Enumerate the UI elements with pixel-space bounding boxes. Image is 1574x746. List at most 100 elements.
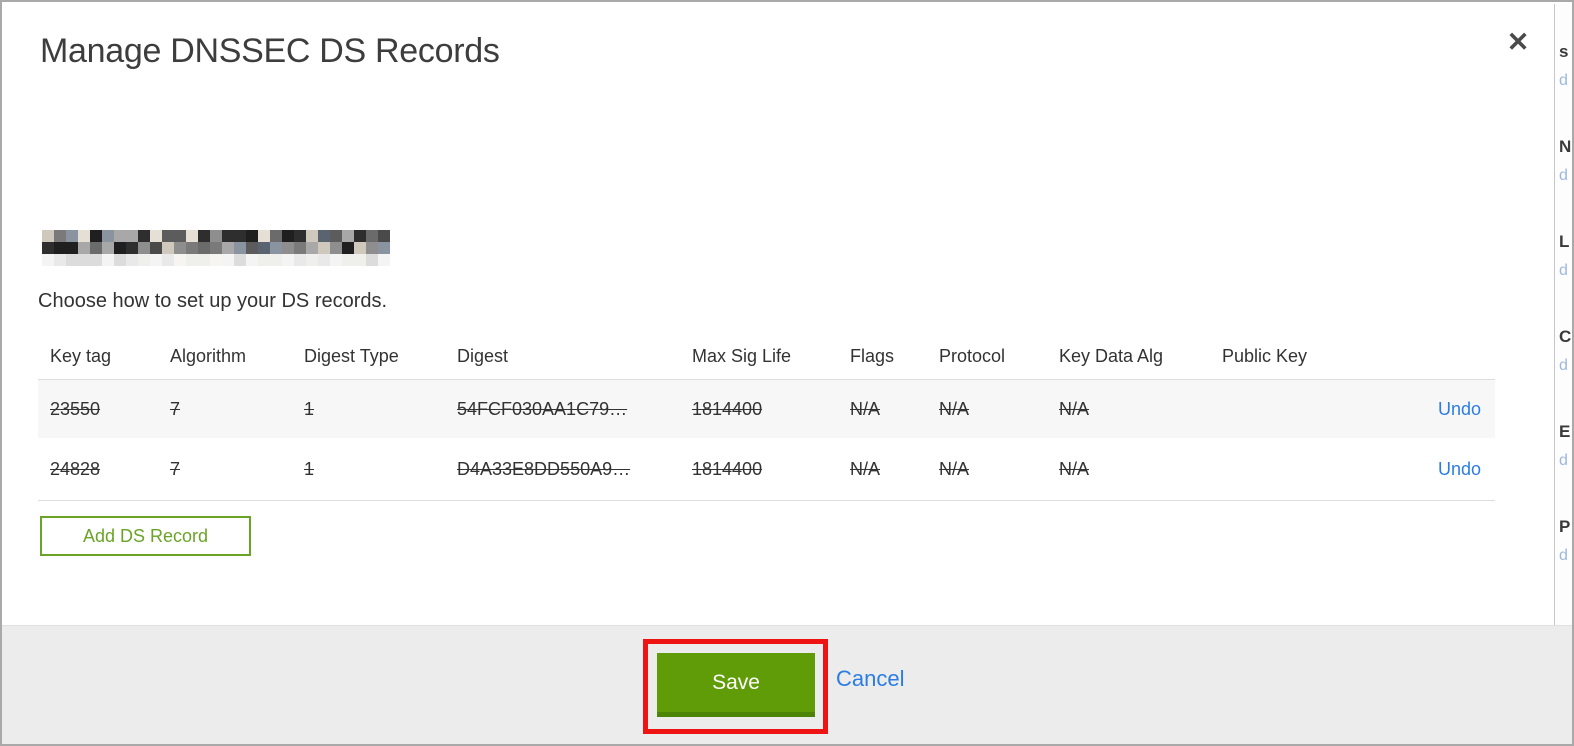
redaction-pixel [354, 242, 366, 254]
table-cell: N/A [939, 458, 970, 479]
redaction-pixel [282, 230, 294, 242]
redaction-pixel [222, 242, 234, 254]
redaction-pixel [354, 230, 366, 242]
background-link-fragment: d [1559, 452, 1568, 469]
column-header: Public Key [1222, 345, 1308, 366]
table-header-row: Key tag Algorithm Digest Type Digest Max Sig… [38, 333, 1495, 380]
redaction-pixel [330, 230, 342, 242]
background-link-fragment: d [1559, 262, 1568, 279]
redaction-pixel [234, 242, 246, 254]
column-header: Max Sig Life [692, 345, 792, 366]
undo-link[interactable]: Undo [1438, 399, 1481, 419]
redaction-pixel [378, 254, 390, 266]
table-cell: N/A [1059, 458, 1090, 479]
table-row: 23550 7 1 54FCF030AA1C79… 1814400 N/A N/A N/A Un… [38, 380, 1495, 438]
table-row: 24828 7 1 D4A33E8DD550A9… 1814400 N/A N/A N/A Un… [38, 438, 1495, 501]
redaction-pixel [342, 254, 354, 266]
column-header: Key tag [50, 345, 112, 366]
table-cell-action: Undo [1373, 399, 1495, 420]
redaction-pixel [138, 254, 150, 266]
background-link-fragment: d [1559, 357, 1568, 374]
column-header: Digest Type [304, 345, 399, 366]
redaction-pixel [150, 230, 162, 242]
redaction-pixel [366, 242, 378, 254]
column-header: Digest [457, 345, 509, 366]
column-header: Protocol [939, 345, 1006, 366]
redaction-pixel [78, 254, 90, 266]
table-cell-action: Undo [1373, 459, 1495, 480]
table-cell: N/A [850, 458, 881, 479]
background-text-fragment: L [1559, 232, 1570, 251]
redaction-pixel [198, 230, 210, 242]
redaction-pixel [138, 242, 150, 254]
redaction-pixel [186, 254, 198, 266]
column-header: Flags [850, 345, 895, 366]
footer-bar: Save Cancel [2, 625, 1572, 744]
redaction-pixel [282, 242, 294, 254]
background-link-fragment: d [1559, 167, 1568, 184]
background-text-fragment: E [1559, 422, 1571, 441]
column-header: Algorithm [170, 345, 247, 366]
redaction-pixel [114, 230, 126, 242]
background-link-fragment: d [1559, 72, 1568, 89]
cancel-link[interactable]: Cancel [836, 666, 904, 692]
redaction-pixel [54, 254, 66, 266]
redaction-pixel [270, 230, 282, 242]
table-cell: 1814400 [692, 458, 763, 479]
redaction-pixel [342, 242, 354, 254]
undo-link[interactable]: Undo [1438, 459, 1481, 479]
redaction-pixel [126, 254, 138, 266]
table-cell: 1 [304, 458, 315, 479]
redaction-pixel [366, 230, 378, 242]
redaction-pixel [222, 230, 234, 242]
redaction-pixel [366, 254, 378, 266]
redaction-pixel [246, 254, 258, 266]
background-text-fragment: s [1559, 42, 1569, 61]
save-button[interactable]: Save [657, 653, 815, 717]
background-text-fragment: P [1559, 517, 1571, 536]
background-page-sliver: sdNdLdCdEdPd [1554, 4, 1572, 625]
redaction-pixel [294, 242, 306, 254]
redaction-pixel [318, 254, 330, 266]
column-header: Key Data Alg [1059, 345, 1164, 366]
redaction-pixel [162, 230, 174, 242]
redaction-pixel [126, 230, 138, 242]
redaction-pixel [318, 230, 330, 242]
redaction-pixel [162, 254, 174, 266]
table-cell: N/A [850, 398, 881, 419]
redaction-pixel [66, 254, 78, 266]
redaction-pixel [78, 230, 90, 242]
redaction-pixel [114, 242, 126, 254]
redaction-pixel [102, 254, 114, 266]
redaction-pixel [54, 230, 66, 242]
table-cell: 54FCF030AA1C79… [457, 398, 628, 419]
domain-name-redacted [42, 230, 390, 266]
redaction-pixel [150, 254, 162, 266]
redaction-pixel [210, 254, 222, 266]
dnssec-modal: Manage DNSSEC DS Records ✕ Choose how to… [0, 0, 1574, 746]
redaction-pixel [342, 230, 354, 242]
redaction-pixel [66, 230, 78, 242]
redaction-pixel [234, 230, 246, 242]
redaction-pixel [282, 254, 294, 266]
redaction-pixel [66, 242, 78, 254]
close-icon[interactable]: ✕ [1500, 24, 1536, 60]
redaction-pixel [162, 242, 174, 254]
redaction-pixel [102, 242, 114, 254]
background-text-fragment: N [1559, 137, 1572, 156]
table-cell: N/A [1059, 398, 1090, 419]
ds-records-table: Key tag Algorithm Digest Type Digest Max Sig… [38, 333, 1495, 501]
redaction-pixel [306, 242, 318, 254]
redaction-pixel [210, 242, 222, 254]
table-cell: N/A [939, 398, 970, 419]
redaction-pixel [186, 230, 198, 242]
redaction-pixel [174, 230, 186, 242]
redaction-pixel [318, 242, 330, 254]
redaction-pixel [198, 242, 210, 254]
save-highlight-annotation: Save [643, 639, 828, 734]
redaction-pixel [90, 242, 102, 254]
redaction-pixel [78, 242, 90, 254]
subtitle: Choose how to set up your DS records. [38, 290, 388, 312]
redaction-pixel [330, 242, 342, 254]
add-ds-record-button[interactable]: Add DS Record [40, 516, 251, 556]
